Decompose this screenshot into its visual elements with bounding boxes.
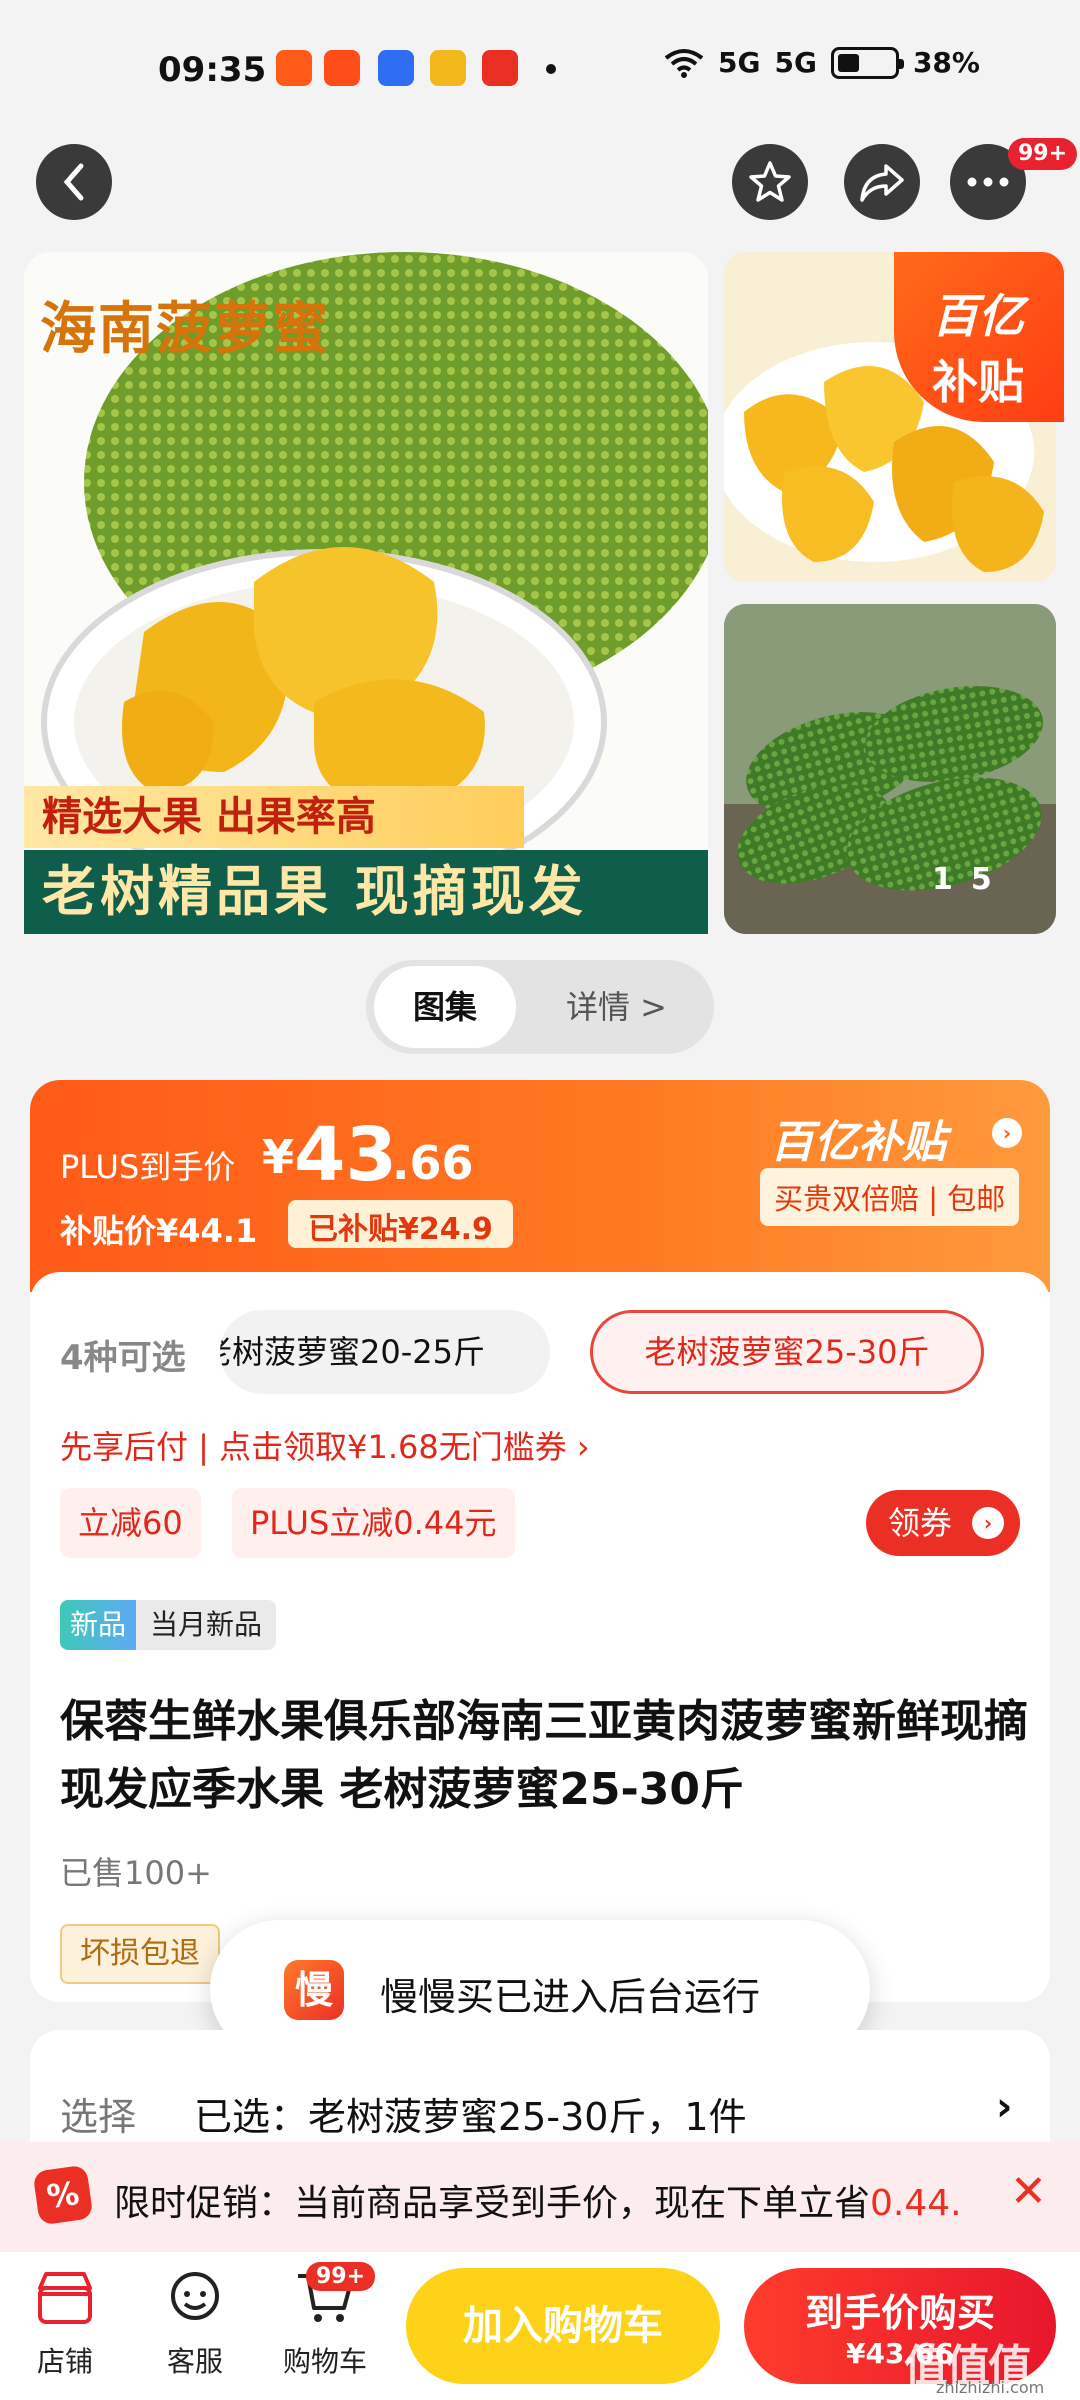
back-arrow-icon bbox=[63, 163, 84, 201]
percent-icon: % bbox=[32, 2164, 94, 2226]
subsidy-badge-line1: 百亿 bbox=[932, 289, 1024, 343]
wifi-icon bbox=[664, 48, 704, 78]
signal-5g-1: 5G bbox=[718, 46, 761, 79]
pay-later-coupon-link[interactable]: 先享后付 | 点击领取¥1.68无门槛券 › bbox=[60, 1422, 590, 1468]
status-right: 5G 5G 38% bbox=[664, 46, 980, 79]
app-icon-manmanmai bbox=[276, 50, 312, 86]
coupon-label: 领券 bbox=[888, 1504, 953, 1542]
manmanmai-logo-icon: 慢 bbox=[284, 1960, 344, 2020]
chat-icon bbox=[163, 2266, 227, 2330]
plus-discount-tag: PLUS立减0.44元 bbox=[232, 1488, 515, 1558]
battery-icon bbox=[830, 46, 904, 79]
nav-service[interactable]: 客服 bbox=[140, 2266, 250, 2380]
product-title: 保蓉生鲜水果俱乐部海南三亚黄肉菠萝蜜新鲜现摘现发应季水果 老树菠萝蜜25-30斤 bbox=[60, 1696, 1028, 1815]
tab-details[interactable]: 详情 > bbox=[566, 966, 667, 1048]
battery-percent: 38% bbox=[912, 46, 980, 79]
status-bar: 09:35 5G 5G 38% bbox=[0, 0, 1080, 140]
subsidized-amount: 已补贴¥24.9 bbox=[288, 1200, 513, 1248]
buy-now-label: 到手价购买 bbox=[804, 2291, 995, 2335]
shop-icon bbox=[33, 2266, 97, 2330]
gallery-title: 海南菠萝蜜 bbox=[40, 297, 330, 362]
option-chip-25-30[interactable]: 老树菠萝蜜25-30斤 bbox=[590, 1310, 984, 1394]
app-icon-pinduoduo bbox=[482, 50, 518, 86]
new-tag-label: 新品 bbox=[60, 1600, 137, 1650]
gallery-tagline-2: 老树精品果 现摘现发 bbox=[24, 850, 708, 934]
signal-5g-2: 5G bbox=[774, 46, 817, 79]
get-coupon-button[interactable]: 领券 › bbox=[866, 1490, 1020, 1556]
promo-saving: 0.44... bbox=[870, 2183, 964, 2224]
option-chip-label: 老树菠萝蜜20-25斤 bbox=[220, 1333, 485, 1371]
add-to-cart-button[interactable]: 加入购物车 bbox=[406, 2268, 720, 2384]
promo-message: 限时促销：当前商品享受到手价，现在下单立省 bbox=[114, 2183, 871, 2224]
favorite-button[interactable] bbox=[732, 144, 808, 220]
sold-count: 已售100+ bbox=[60, 1854, 212, 1892]
close-icon[interactable]: ✕ bbox=[1010, 2166, 1047, 2217]
share-icon bbox=[860, 164, 904, 202]
nav-shop[interactable]: 店铺 bbox=[10, 2266, 120, 2380]
damage-refund-tag: 坏损包退 bbox=[60, 1924, 220, 1984]
chevron-right-icon[interactable]: › bbox=[992, 1118, 1022, 1148]
option-count: 4种可选 bbox=[60, 1338, 186, 1378]
pager-current: 1 bbox=[932, 862, 971, 897]
app-icon-taobao bbox=[324, 50, 360, 86]
toast-message: 慢慢买已进入后台运行 bbox=[380, 1975, 761, 2019]
price-promise: 买贵双倍赔 | 包邮 bbox=[760, 1168, 1020, 1226]
tab-gallery[interactable]: 图集 bbox=[374, 966, 516, 1048]
price-currency: ¥ bbox=[262, 1130, 295, 1184]
star-icon bbox=[749, 161, 791, 202]
notification-dot bbox=[546, 64, 556, 74]
gallery-pager: 15 bbox=[932, 862, 1010, 897]
select-label: 选择 bbox=[60, 2095, 137, 2139]
new-tag-text: 当月新品 bbox=[136, 1600, 277, 1650]
pager-total: 5 bbox=[970, 862, 1010, 897]
cart-count-badge: 99+ bbox=[306, 2262, 376, 2291]
watermark-url: zhizhizhi.com bbox=[936, 2378, 1045, 2397]
discount-tag: 立减60 bbox=[60, 1488, 201, 1558]
more-dots-icon bbox=[967, 177, 1009, 187]
price-integer: 43 bbox=[294, 1112, 397, 1198]
option-chip-20-25[interactable]: 老树菠萝蜜20-25斤 bbox=[220, 1310, 550, 1394]
nav-shop-label: 店铺 bbox=[36, 2345, 93, 2378]
nav-cart-label: 购物车 bbox=[282, 2345, 367, 2378]
subsidy-brand[interactable]: 百亿补贴 bbox=[770, 1106, 946, 1170]
status-time: 09:35 bbox=[158, 50, 267, 90]
share-button[interactable] bbox=[844, 144, 920, 220]
subsidy-price: 补贴价¥44.1 bbox=[60, 1212, 258, 1250]
price-decimal: .66 bbox=[392, 1136, 474, 1190]
nav-service-label: 客服 bbox=[166, 2345, 223, 2378]
back-button[interactable] bbox=[36, 144, 112, 220]
promo-text: 限时促销：当前商品享受到手价，现在下单立省0.44... bbox=[114, 2174, 964, 2226]
chevron-right-icon: › bbox=[972, 1507, 1004, 1539]
subsidy-badge-line2: 补贴 bbox=[932, 355, 1024, 409]
plus-price-label: PLUS到手价 bbox=[60, 1148, 236, 1186]
app-icon-baidu bbox=[378, 50, 414, 86]
new-product-tag: 新品 当月新品 bbox=[60, 1600, 277, 1650]
more-badge: 99+ bbox=[1008, 138, 1078, 170]
app-icon-weibo bbox=[430, 50, 466, 86]
chevron-right-icon[interactable]: › bbox=[996, 2084, 1012, 2130]
gallery-tagline-1: 精选大果 出果率高 bbox=[24, 786, 524, 848]
selected-spec[interactable]: 已选：老树菠萝蜜25-30斤，1件 bbox=[194, 2086, 747, 2141]
